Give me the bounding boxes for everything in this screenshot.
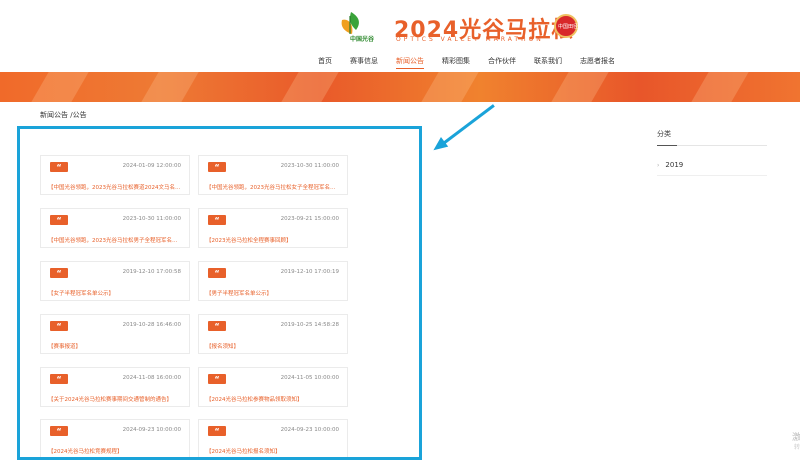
optics-valley-logo[interactable]: 中国光谷 bbox=[336, 10, 382, 46]
nav-item-news[interactable]: 新闻公告 bbox=[396, 55, 424, 69]
chevron-right-icon: › bbox=[657, 162, 660, 169]
page: 中国光谷 2024光谷马拉松 OPTICS VALLEY MARATHON 中国… bbox=[0, 0, 800, 464]
brand-subtitle: OPTICS VALLEY MARATHON bbox=[396, 36, 544, 43]
annotation-highlight-box bbox=[17, 126, 422, 460]
left-logo-text: 中国光谷 bbox=[350, 36, 375, 43]
emblem-text: 中国田径协会 bbox=[558, 24, 589, 30]
sidebar-divider-accent bbox=[657, 145, 677, 146]
sidebar-title: 分类 bbox=[657, 130, 671, 138]
annotation-arrow-line bbox=[437, 104, 495, 149]
sidebar-item-2019[interactable]: › 2019 bbox=[657, 161, 683, 169]
nav-item-contact[interactable]: 联系我们 bbox=[534, 55, 562, 69]
nav-item-event-info[interactable]: 赛事信息 bbox=[350, 55, 378, 69]
nav-item-partners[interactable]: 合作伙伴 bbox=[488, 55, 516, 69]
sidebar-item-label: 2019 bbox=[665, 161, 684, 169]
nav-item-volunteer[interactable]: 志愿者报名 bbox=[580, 55, 615, 69]
breadcrumb[interactable]: 新闻公告 /公告 bbox=[40, 110, 87, 120]
watermark-text: 转 bbox=[794, 444, 800, 451]
sidebar-item-divider bbox=[657, 175, 767, 176]
main-nav: 首页 赛事信息 新闻公告 精彩图集 合作伙伴 联系我们 志愿者报名 bbox=[318, 55, 633, 69]
nav-item-gallery[interactable]: 精彩图集 bbox=[442, 55, 470, 69]
decorative-banner bbox=[0, 72, 800, 102]
nav-item-home[interactable]: 首页 bbox=[318, 55, 332, 69]
site-header: 中国光谷 2024光谷马拉松 OPTICS VALLEY MARATHON 中国… bbox=[0, 0, 800, 72]
athletics-association-emblem: 中国田径协会 bbox=[554, 14, 588, 38]
